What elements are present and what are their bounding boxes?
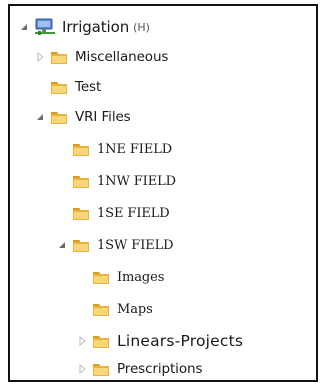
no-arrow-spacer (56, 175, 68, 187)
tree-item-label: 1SW FIELD (97, 237, 174, 253)
tree-item-images[interactable]: Images (76, 262, 164, 292)
folder-icon (50, 79, 68, 95)
folder-icon (92, 333, 110, 349)
drive-letter-hint: (H) (133, 20, 150, 34)
folder-icon (72, 141, 90, 157)
expand-arrow-collapsed-icon[interactable] (76, 335, 88, 347)
folder-icon (50, 49, 68, 65)
folder-icon (50, 109, 68, 125)
folder-icon (92, 301, 110, 317)
expand-arrow-expanded-icon[interactable] (18, 21, 30, 33)
tree-root-irrigation[interactable]: Irrigation (H) (18, 12, 150, 42)
tree-item-vri-files[interactable]: VRI Files (34, 102, 131, 132)
tree-item-1sw-field[interactable]: 1SW FIELD (56, 230, 174, 260)
tree-root-label: Irrigation (62, 18, 130, 36)
tree-item-label: 1SE FIELD (97, 205, 170, 221)
tree-item-label: 1NW FIELD (97, 173, 176, 189)
no-arrow-spacer (56, 143, 68, 155)
folder-icon (92, 361, 110, 377)
tree-item-label: VRI Files (75, 109, 131, 125)
folder-tree-panel: Irrigation (H) Miscellaneous Test VRI Fi… (8, 4, 318, 382)
expand-arrow-expanded-icon[interactable] (56, 239, 68, 251)
tree-item-prescriptions[interactable]: Prescriptions (76, 354, 202, 384)
expand-arrow-expanded-icon[interactable] (34, 111, 46, 123)
expand-arrow-collapsed-icon[interactable] (76, 363, 88, 375)
tree-item-linears-projects[interactable]: Linears-Projects (76, 326, 243, 356)
tree-item-label: Miscellaneous (75, 49, 169, 65)
folder-icon (92, 269, 110, 285)
folder-icon (72, 173, 90, 189)
tree-item-label: Test (75, 79, 102, 95)
tree-item-miscellaneous[interactable]: Miscellaneous (34, 42, 168, 72)
no-arrow-spacer (76, 303, 88, 315)
network-drive-icon (34, 18, 56, 36)
tree-item-label: Linears-Projects (117, 332, 244, 350)
tree-item-maps[interactable]: Maps (76, 294, 153, 324)
no-arrow-spacer (76, 271, 88, 283)
tree-item-1nw-field[interactable]: 1NW FIELD (56, 166, 176, 196)
tree-item-1ne-field[interactable]: 1NE FIELD (56, 134, 172, 164)
tree-item-1se-field[interactable]: 1SE FIELD (56, 198, 170, 228)
tree-item-label: Maps (117, 301, 153, 317)
no-arrow-spacer (34, 81, 46, 93)
expand-arrow-collapsed-icon[interactable] (34, 51, 46, 63)
tree-item-label: 1NE FIELD (97, 141, 173, 157)
tree-item-label: Images (117, 269, 165, 285)
tree-item-label: Prescriptions (117, 361, 203, 377)
no-arrow-spacer (56, 207, 68, 219)
folder-icon (72, 205, 90, 221)
tree-item-test[interactable]: Test (34, 72, 101, 102)
folder-icon (72, 237, 90, 253)
